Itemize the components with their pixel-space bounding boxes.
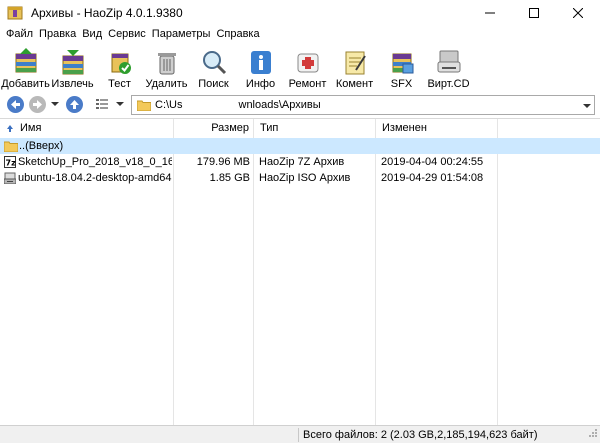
delete-button[interactable]: Удалить: [143, 43, 190, 93]
test-icon: [111, 53, 131, 74]
toolbar: Добавить Извлечь Тест Удалить Поиск Инфо…: [0, 43, 600, 93]
svg-text:7z: 7z: [6, 159, 17, 168]
delete-label: Удалить: [145, 78, 188, 90]
item-modified: 2019-04-29 01:54:08: [381, 172, 484, 184]
menu-bar: Файл Правка Вид Сервис Параметры Справка: [0, 25, 600, 43]
test-label: Тест: [108, 78, 131, 90]
view-mode-button[interactable]: [95, 97, 109, 114]
search-label: Поиск: [198, 78, 229, 90]
item-size: 179.96 MB: [196, 156, 250, 168]
comment-button[interactable]: Комент: [331, 43, 378, 93]
view-mode-dropdown[interactable]: [116, 99, 124, 111]
extract-button[interactable]: Извлечь: [49, 43, 96, 93]
comment-icon: [345, 51, 366, 75]
sfx-label: SFX: [390, 78, 413, 90]
search-icon: [202, 51, 226, 75]
close-icon: [573, 7, 583, 18]
resize-grip-icon[interactable]: [588, 428, 598, 441]
address-path-end: wnloads\Архивы: [238, 99, 321, 111]
column-name[interactable]: Имя: [0, 119, 174, 137]
window-title: Архивы - HaoZip 4.0.1.9380: [31, 5, 183, 20]
back-button[interactable]: [7, 96, 24, 113]
column-name-label: Имя: [20, 122, 42, 134]
column-size[interactable]: Размер: [174, 119, 254, 137]
menu-edit[interactable]: Правка: [36, 28, 79, 40]
arrow-left-icon: [11, 100, 20, 109]
info-label: Инфо: [245, 78, 276, 90]
menu-help[interactable]: Справка: [213, 28, 262, 40]
extract-label: Извлечь: [51, 78, 94, 90]
comment-label: Комент: [335, 78, 374, 90]
maximize-icon: [529, 7, 539, 18]
column-type-label: Тип: [260, 122, 279, 134]
repair-button[interactable]: Ремонт: [284, 43, 331, 93]
iso-disk-icon: [4, 172, 16, 184]
virtual-cd-label: Вирт.CD: [427, 78, 470, 90]
status-text: Всего файлов: 2 (2.03 GB,2,185,194,623 б…: [303, 428, 538, 441]
info-icon: [250, 51, 271, 74]
haozip-app-icon: [7, 5, 23, 21]
title-bar: Архивы - HaoZip 4.0.1.9380: [0, 0, 600, 25]
redacted-path-segment: [182, 96, 239, 114]
menu-view[interactable]: Вид: [79, 28, 105, 40]
folder-icon: [4, 140, 18, 152]
item-size: 1.85 GB: [209, 172, 250, 184]
address-field[interactable]: C:\Us wnloads\Архивы: [131, 95, 595, 115]
minimize-button[interactable]: [468, 0, 512, 25]
repair-label: Ремонт: [288, 78, 327, 90]
sort-ascending-icon: [7, 125, 13, 132]
up-folder-button[interactable]: [66, 96, 83, 113]
sfx-icon: [392, 53, 413, 74]
column-type[interactable]: Тип: [254, 119, 376, 137]
status-separator: [298, 428, 299, 442]
virtual-cd-button[interactable]: Вирт.CD: [425, 43, 472, 93]
item-name: ..(Вверх): [19, 140, 64, 152]
column-modified[interactable]: Изменен: [376, 119, 498, 137]
item-name: ubuntu-18.04.2-desktop-amd64.i...: [18, 172, 172, 184]
chevron-down-icon: [51, 102, 59, 106]
info-button[interactable]: Инфо: [237, 43, 284, 93]
column-modified-label: Изменен: [382, 122, 427, 134]
column-size-label: Размер: [211, 122, 249, 134]
add-archive-icon: [15, 48, 36, 73]
menu-tools[interactable]: Сервис: [105, 28, 149, 40]
item-name: SketchUp_Pro_2018_v18_0_16975_...: [18, 156, 172, 168]
search-button[interactable]: Поиск: [190, 43, 237, 93]
address-path-start: C:\Us: [155, 99, 183, 111]
chevron-down-icon: [583, 104, 591, 108]
column-header: Имя Размер Тип Изменен: [0, 119, 600, 137]
close-button[interactable]: [556, 0, 600, 25]
list-view-icon: [96, 99, 108, 109]
add-label: Добавить: [1, 78, 50, 90]
forward-button[interactable]: [29, 96, 46, 113]
list-item[interactable]: 7z SketchUp_Pro_2018_v18_0_16975_... 179…: [0, 154, 600, 170]
list-item[interactable]: ubuntu-18.04.2-desktop-amd64.i... 1.85 G…: [0, 170, 600, 186]
status-bar: Всего файлов: 2 (2.03 GB,2,185,194,623 б…: [0, 425, 600, 443]
file-list: Имя Размер Тип Изменен ..(Вверх) 7z Sket…: [0, 118, 600, 425]
delete-icon: [157, 53, 176, 75]
item-type: HaoZip 7Z Архив: [259, 156, 345, 168]
menu-file[interactable]: Файл: [3, 28, 36, 40]
maximize-button[interactable]: [512, 0, 556, 25]
folder-icon: [137, 99, 151, 111]
history-dropdown[interactable]: [51, 99, 59, 111]
menu-options[interactable]: Параметры: [149, 28, 214, 40]
arrow-up-icon: [70, 100, 79, 109]
item-type: HaoZip ISO Архив: [259, 172, 351, 184]
address-dropdown[interactable]: [583, 101, 591, 113]
minimize-icon: [485, 12, 495, 13]
navigation-bar: C:\Us wnloads\Архивы: [0, 94, 600, 116]
arrow-right-icon: [33, 100, 42, 109]
chevron-down-icon: [116, 102, 124, 106]
list-item[interactable]: ..(Вверх): [0, 138, 600, 154]
sfx-button[interactable]: SFX: [378, 43, 425, 93]
extract-icon: [62, 50, 83, 75]
test-button[interactable]: Тест: [96, 43, 143, 93]
item-modified: 2019-04-04 00:24:55: [381, 156, 484, 168]
virtual-cd-icon: [437, 50, 460, 73]
repair-icon: [297, 53, 318, 73]
7z-archive-icon: 7z: [4, 156, 16, 168]
add-button[interactable]: Добавить: [1, 43, 50, 93]
